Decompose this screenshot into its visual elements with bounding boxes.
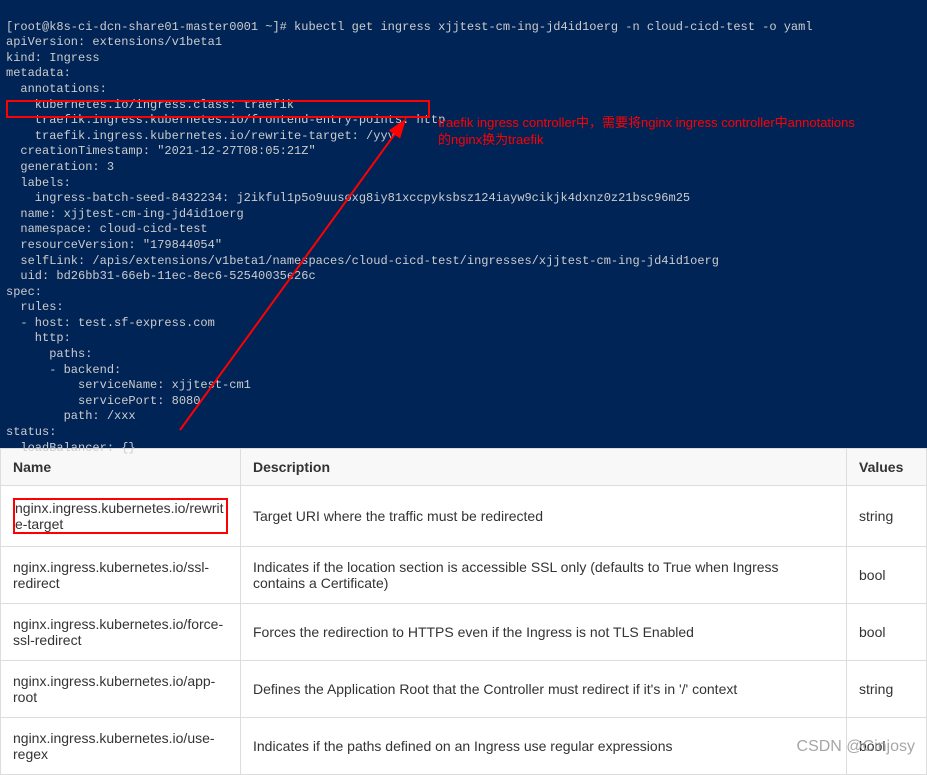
cell-description: Forces the redirection to HTTPS even if … [241,604,847,661]
header-description: Description [241,449,847,486]
yaml-line: selfLink: /apis/extensions/v1beta1/names… [6,254,719,268]
yaml-line: serviceName: xjjtest-cm1 [6,378,251,392]
highlight-box-row: nginx.ingress.kubernetes.io/rewrite-targ… [13,498,228,534]
table-row: nginx.ingress.kubernetes.io/app-root Def… [1,661,927,718]
cell-description: Indicates if the location section is acc… [241,547,847,604]
yaml-line: annotations: [6,82,107,96]
cell-values: bool [847,604,927,661]
table-row: nginx.ingress.kubernetes.io/ssl-redirect… [1,547,927,604]
yaml-line: metadata: [6,66,71,80]
yaml-line: ingress-batch-seed-8432234: j2ikful1p5o9… [6,191,690,205]
yaml-line: uid: bd26bb31-66eb-11ec-8ec6-52540035e26… [6,269,316,283]
yaml-line: labels: [6,176,71,190]
cell-name: nginx.ingress.kubernetes.io/rewrite-targ… [15,500,224,532]
table-row: nginx.ingress.kubernetes.io/force-ssl-re… [1,604,927,661]
cell-name: nginx.ingress.kubernetes.io/use-regex [1,718,241,775]
yaml-line: kind: Ingress [6,51,100,65]
yaml-line: loadBalancer: {} [6,441,136,455]
cell-description: Defines the Application Root that the Co… [241,661,847,718]
table-row: nginx.ingress.kubernetes.io/use-regex In… [1,718,927,775]
yaml-line: traefik.ingress.kubernetes.io/rewrite-ta… [6,129,395,143]
yaml-line: rules: [6,300,64,314]
highlight-box-annotation [6,100,430,118]
cell-description: Target URI where the traffic must be red… [241,486,847,547]
yaml-line: status: [6,425,56,439]
cell-description: Indicates if the paths defined on an Ing… [241,718,847,775]
cell-values: string [847,661,927,718]
yaml-line: apiVersion: extensions/v1beta1 [6,35,222,49]
yaml-line: paths: [6,347,92,361]
yaml-line: spec: [6,285,42,299]
yaml-line: - backend: [6,363,121,377]
cell-values: bool [847,547,927,604]
annotation-text: traefik ingress controller中，需要将nginx ing… [438,115,858,149]
yaml-line: resourceVersion: "179844054" [6,238,222,252]
yaml-line: name: xjjtest-cm-ing-jd4id1oerg [6,207,244,221]
yaml-line: generation: 3 [6,160,114,174]
yaml-line: creationTimestamp: "2021-12-27T08:05:21Z… [6,144,316,158]
cell-name: nginx.ingress.kubernetes.io/ssl-redirect [1,547,241,604]
terminal-prompt: [root@k8s-ci-dcn-share01-master0001 ~]# [6,20,294,34]
yaml-line: http: [6,331,71,345]
cell-values: string [847,486,927,547]
yaml-line: namespace: cloud-cicd-test [6,222,208,236]
yaml-line: servicePort: 8080 [6,394,200,408]
annotations-doc-table: Name Description Values nginx.ingress.ku… [0,448,927,775]
table-header-row: Name Description Values [1,449,927,486]
cell-values: bool [847,718,927,775]
header-values: Values [847,449,927,486]
terminal-output: [root@k8s-ci-dcn-share01-master0001 ~]# … [0,0,927,448]
cell-name: nginx.ingress.kubernetes.io/app-root [1,661,241,718]
terminal-command: kubectl get ingress xjjtest-cm-ing-jd4id… [294,20,812,34]
yaml-line: - host: test.sf-express.com [6,316,215,330]
cell-name: nginx.ingress.kubernetes.io/force-ssl-re… [1,604,241,661]
table-row: nginx.ingress.kubernetes.io/rewrite-targ… [1,486,927,547]
yaml-line: path: /xxx [6,409,136,423]
